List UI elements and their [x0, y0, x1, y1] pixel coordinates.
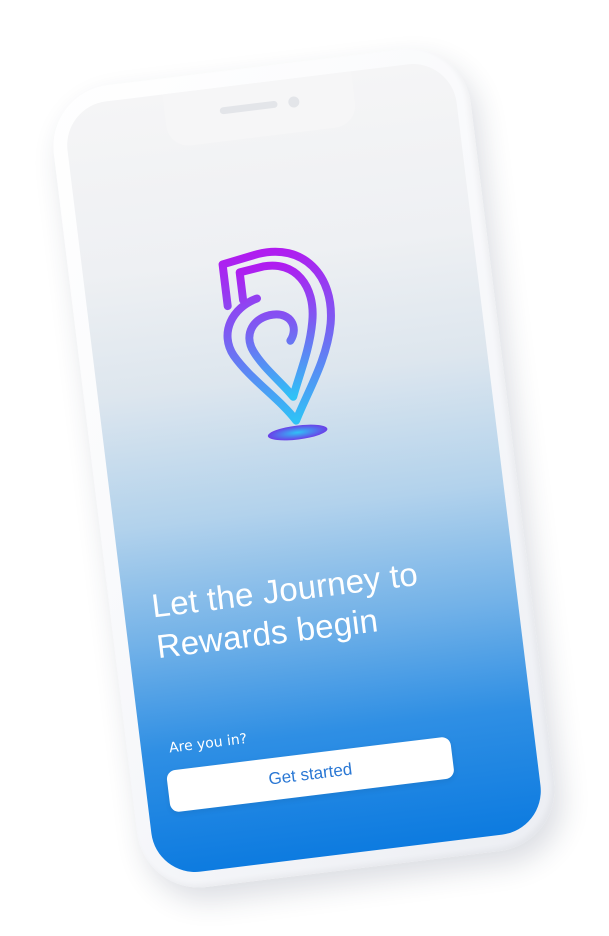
- front-camera: [287, 95, 300, 109]
- welcome-subline: Are you in?: [168, 731, 249, 757]
- phone-frame: Let the Journey to Rewards begin Are you…: [46, 41, 562, 895]
- speaker-grille: [219, 100, 278, 115]
- phone-notch: [162, 69, 358, 149]
- app-logo-icon: [218, 247, 335, 441]
- mockup-stage: Let the Journey to Rewards begin Are you…: [0, 0, 609, 936]
- phone-screen: Let the Journey to Rewards begin Are you…: [62, 59, 546, 877]
- welcome-headline: Let the Journey to Rewards begin: [149, 555, 420, 666]
